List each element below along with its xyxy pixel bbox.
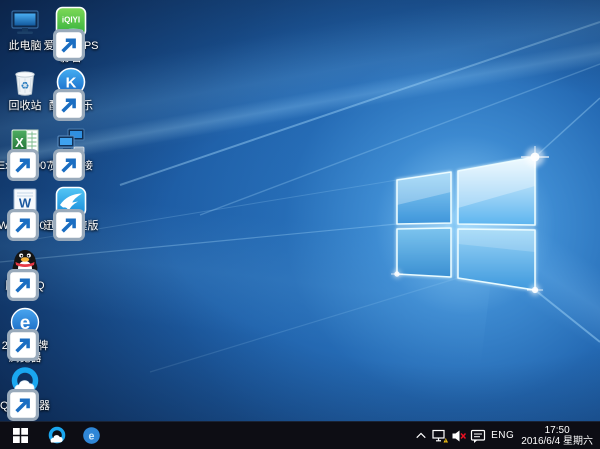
action-center-icon [470, 428, 486, 444]
recycle-bin-icon: ♻ [9, 66, 41, 98]
svg-text:iQIYI: iQIYI [62, 16, 80, 25]
shortcut-arrow-icon [53, 29, 64, 40]
taskbar: e [0, 421, 600, 449]
word-icon: W [9, 186, 41, 218]
tray-date: 2016/6/4 星期六 [521, 436, 593, 447]
windows-logo-icon [13, 428, 28, 443]
svg-text:♻: ♻ [21, 81, 30, 92]
desktop-icon-qq-browser[interactable]: QQ浏览器 [2, 366, 48, 412]
svg-text:X: X [15, 135, 24, 150]
iqiyi-icon: iQIYI [55, 6, 87, 38]
shortcut-arrow-icon [53, 149, 64, 160]
2345-e-icon: e [82, 426, 101, 445]
tray-clock[interactable]: 17:50 2016/6/4 星期六 [521, 425, 600, 447]
qq-browser-icon [9, 366, 41, 398]
tray-time: 17:50 [521, 425, 593, 436]
shortcut-arrow-icon [7, 329, 18, 340]
shortcut-arrow-icon [7, 389, 18, 400]
desktop-icon-kugou-music[interactable]: K 酷狗音乐 [48, 66, 94, 112]
desktop-icon-iqiyi-pps[interactable]: iQIYI 爱奇艺PPS 影音 [48, 6, 94, 64]
volume-muted-icon [451, 428, 467, 444]
svg-text:e: e [88, 431, 94, 443]
system-tray: ENG 17:50 2016/6/4 星期六 [411, 422, 600, 449]
tray-volume-button[interactable] [449, 422, 468, 449]
desktop-icon-this-pc[interactable]: 此电脑 [2, 6, 48, 52]
start-button[interactable] [0, 422, 40, 449]
shortcut-arrow-icon [7, 149, 18, 160]
excel-icon: X [9, 126, 41, 158]
broadband-icon [55, 126, 87, 158]
desktop-icon-2345-browser[interactable]: e 2345王牌浏览器 [2, 306, 48, 364]
qq-penguin-icon [9, 246, 41, 278]
2345-e-icon: e [9, 306, 41, 338]
desktop-wallpaper[interactable]: 此电脑 iQIYI 爱奇艺PPS 影音 [0, 0, 600, 421]
desktop-icon-xunlei[interactable]: 迅雷极速版 [48, 186, 94, 232]
shortcut-arrow-icon [53, 89, 64, 100]
tray-network-button[interactable] [430, 422, 449, 449]
desktop-icon-word-2007[interactable]: W Word 2007 [2, 186, 48, 232]
tray-chevron-button[interactable] [411, 422, 430, 449]
qq-browser-icon [47, 426, 67, 446]
desktop-icon-broadband-connection[interactable]: 宽带连接 [48, 126, 94, 172]
desktop-icon-tencent-qq[interactable]: 腾讯QQ [2, 246, 48, 292]
this-pc-icon [9, 6, 41, 38]
xunlei-icon [55, 186, 87, 218]
taskbar-app-qq-browser[interactable] [40, 422, 74, 449]
chevron-up-icon [415, 430, 427, 442]
kugou-icon: K [55, 66, 87, 98]
shortcut-arrow-icon [53, 209, 64, 220]
windows-desktop: 此电脑 iQIYI 爱奇艺PPS 影音 [0, 0, 600, 449]
desktop-icon-excel-2007[interactable]: X Excel 2007 [2, 126, 48, 172]
taskbar-app-2345-browser[interactable]: e [74, 422, 108, 449]
desktop-icon-recycle-bin[interactable]: ♻ 回收站 [2, 66, 48, 112]
tray-language-indicator[interactable]: ENG [487, 430, 521, 441]
network-warning-icon [432, 428, 448, 444]
shortcut-arrow-icon [7, 209, 18, 220]
shortcut-arrow-icon [7, 269, 18, 280]
light-beam [434, 184, 600, 395]
tray-action-center-button[interactable] [468, 422, 487, 449]
